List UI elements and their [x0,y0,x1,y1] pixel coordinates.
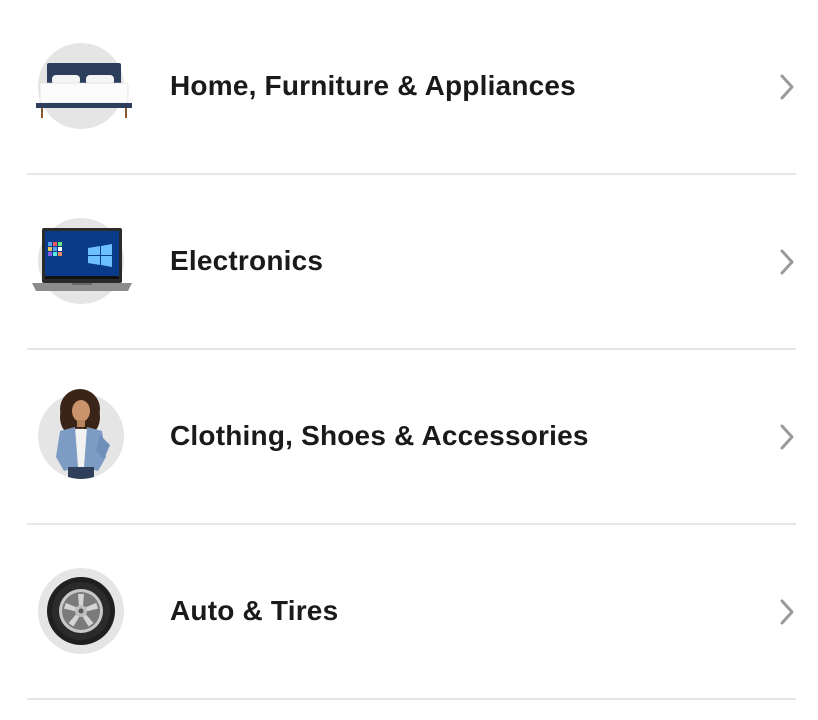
category-row-electronics[interactable]: Electronics [0,175,818,350]
tire-image [38,568,124,654]
chevron-right-icon [780,599,794,625]
category-label: Electronics [170,245,324,276]
chevron-right-icon [780,74,794,100]
category-row-clothing-shoes-accessories[interactable]: Clothing, Shoes & Accessories [0,350,818,525]
category-label: Clothing, Shoes & Accessories [170,420,589,451]
chevron-right-icon [780,424,794,450]
category-list: Home, Furniture & Appliances Electronics… [0,0,818,700]
category-label: Auto & Tires [170,595,339,626]
woman-in-denim-jacket-image [38,389,124,479]
bed-image [36,43,132,129]
category-row-home-furniture-appliances[interactable]: Home, Furniture & Appliances [0,0,818,175]
laptop-image [32,218,132,304]
category-label: Home, Furniture & Appliances [170,70,576,101]
chevron-right-icon [780,249,794,275]
row-divider [27,698,796,700]
category-row-auto-tires[interactable]: Auto & Tires [0,525,818,700]
